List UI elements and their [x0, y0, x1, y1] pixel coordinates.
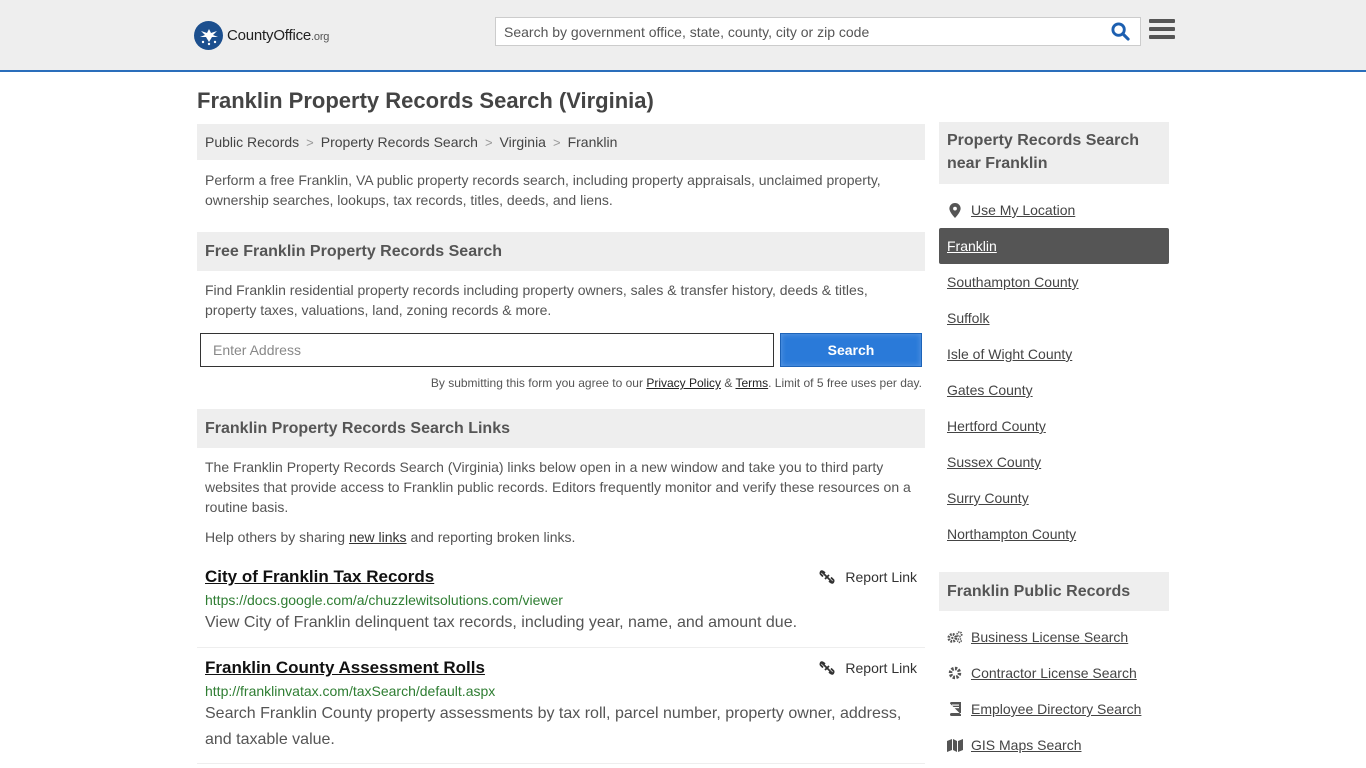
nearby-item-hertford-county[interactable]: Hertford County — [939, 408, 1169, 444]
site-header: CountyOffice.org — [0, 0, 1366, 72]
resource-link-description: Search Franklin County property assessme… — [205, 705, 902, 748]
gears-icon — [947, 630, 963, 644]
resource-link-url: https://docs.google.com/a/chuzzlewitsolu… — [205, 592, 563, 608]
breadcrumb-separator: > — [552, 134, 561, 150]
report-link-button[interactable]: Report Link — [819, 569, 917, 585]
address-search-button[interactable]: Search — [780, 333, 922, 367]
nearby-item-franklin[interactable]: Franklin — [939, 228, 1169, 264]
hamburger-menu-icon[interactable] — [1149, 19, 1175, 43]
book-icon — [947, 702, 963, 716]
resource-link-title[interactable]: City of Franklin Tax Records — [205, 567, 434, 587]
resource-link-item: City of Franklin Tax Records Report Link… — [197, 567, 925, 648]
site-logo[interactable]: CountyOffice.org — [194, 21, 329, 50]
search-icon[interactable] — [1106, 18, 1134, 46]
links-section-description: The Franklin Property Records Search (Vi… — [205, 459, 911, 515]
use-my-location-item[interactable]: Use My Location — [939, 192, 1169, 228]
public-item-employee-directory[interactable]: Employee Directory Search — [939, 691, 1169, 727]
free-search-heading: Free Franklin Property Records Search — [197, 232, 925, 271]
breadcrumb-public-records[interactable]: Public Records — [205, 134, 299, 150]
logo-text: CountyOffice.org — [227, 27, 330, 44]
breadcrumb-franklin[interactable]: Franklin — [568, 134, 618, 150]
main-content: Public Records > Property Records Search… — [197, 124, 925, 764]
global-search — [495, 17, 1141, 46]
broken-link-icon — [819, 570, 835, 584]
nearby-heading: Property Records Search near Franklin — [939, 122, 1169, 184]
resource-link-item: Franklin County Assessment Rolls Report … — [197, 658, 925, 764]
breadcrumb-separator: > — [484, 134, 493, 150]
broken-link-icon — [819, 661, 835, 675]
gear-icon — [947, 666, 963, 680]
public-item-gis-maps[interactable]: GIS Maps Search — [939, 727, 1169, 763]
sidebar: Property Records Search near Franklin Us… — [939, 122, 1169, 763]
free-search-description: Find Franklin residential property recor… — [205, 282, 868, 318]
address-input[interactable] — [200, 333, 774, 367]
terms-link[interactable]: Terms — [735, 376, 768, 390]
nearby-item-sussex-county[interactable]: Sussex County — [939, 444, 1169, 480]
nearby-list: Use My Location Franklin Southampton Cou… — [939, 192, 1169, 552]
new-links-link[interactable]: new links — [349, 529, 407, 545]
public-item-contractor-license[interactable]: Contractor License Search — [939, 655, 1169, 691]
address-search-form: Search — [197, 333, 925, 367]
privacy-policy-link[interactable]: Privacy Policy — [646, 376, 721, 390]
breadcrumb: Public Records > Property Records Search… — [197, 124, 925, 160]
public-records-list: Business License Search Contractor Licen… — [939, 619, 1169, 763]
help-text: Help others by sharing new links and rep… — [205, 529, 576, 545]
report-link-button[interactable]: Report Link — [819, 660, 917, 676]
search-disclaimer: By submitting this form you agree to our… — [430, 376, 922, 390]
nearby-item-isle-of-wight-county[interactable]: Isle of Wight County — [939, 336, 1169, 372]
nearby-item-surry-county[interactable]: Surry County — [939, 480, 1169, 516]
resource-link-title[interactable]: Franklin County Assessment Rolls — [205, 658, 485, 678]
resource-link-description: View City of Franklin delinquent tax rec… — [205, 614, 798, 631]
intro-text: Perform a free Franklin, VA public prope… — [205, 172, 881, 208]
breadcrumb-separator: > — [306, 134, 314, 150]
nearby-item-gates-county[interactable]: Gates County — [939, 372, 1169, 408]
map-pin-icon — [947, 202, 963, 218]
nearby-item-southampton-county[interactable]: Southampton County — [939, 264, 1169, 300]
global-search-input[interactable] — [496, 18, 1106, 45]
resource-link-url: http://franklinvatax.com/taxSearch/defau… — [205, 683, 496, 699]
logo-emblem-icon — [194, 21, 223, 50]
public-item-business-license[interactable]: Business License Search — [939, 619, 1169, 655]
nearby-item-northampton-county[interactable]: Northampton County — [939, 516, 1169, 552]
use-my-location-link[interactable]: Use My Location — [971, 202, 1075, 218]
nearby-item-suffolk[interactable]: Suffolk — [939, 300, 1169, 336]
page-title: Franklin Property Records Search (Virgin… — [197, 88, 654, 113]
breadcrumb-property-records-search[interactable]: Property Records Search — [321, 134, 478, 150]
public-records-heading: Franklin Public Records — [939, 572, 1169, 611]
links-section-heading: Franklin Property Records Search Links — [197, 409, 925, 448]
map-icon — [947, 738, 963, 752]
breadcrumb-virginia[interactable]: Virginia — [500, 134, 546, 150]
